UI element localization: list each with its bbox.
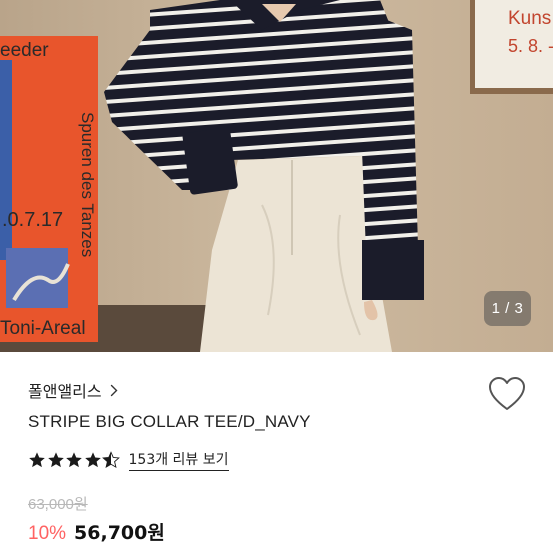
poster-text: Spuren des Tanzes <box>78 112 97 257</box>
star-icon <box>29 452 45 468</box>
discount-rate: 10% <box>28 523 67 544</box>
star-icon <box>66 452 82 468</box>
chevron-right-icon <box>110 384 118 396</box>
left-poster: eeder Spuren des Tanzes .0.7.17 Toni-Are… <box>0 36 98 342</box>
heart-outline-icon[interactable] <box>488 376 526 412</box>
poster-text: Toni-Areal <box>0 318 86 339</box>
image-page-indicator: 1 / 3 <box>484 291 531 326</box>
star-icon <box>84 452 101 468</box>
star-half-icon <box>102 451 120 469</box>
price-row: 10% 56,700원 <box>28 518 165 545</box>
product-image[interactable]: eeder Spuren des Tanzes .0.7.17 Toni-Are… <box>0 0 553 352</box>
poster-text: .0.7.17 <box>2 209 63 231</box>
poster-text: 5. 8. - <box>508 36 553 56</box>
right-poster: Kuns 5. 8. - <box>470 0 553 94</box>
brand-link[interactable]: 폴앤앨리스 <box>28 378 118 402</box>
brand-name: 폴앤앨리스 <box>28 382 102 401</box>
original-price: 63,000원 <box>28 496 88 513</box>
poster-text: eeder <box>0 40 49 61</box>
star-rating <box>28 451 121 469</box>
product-title: STRIPE BIG COLLAR TEE/D_NAVY <box>28 412 311 431</box>
rating-row: 153개 리뷰 보기 <box>28 448 229 472</box>
poster-text: Kuns <box>508 8 551 29</box>
sale-price: 56,700원 <box>74 522 165 544</box>
product-photo: eeder Spuren des Tanzes .0.7.17 Toni-Are… <box>0 0 553 352</box>
review-link[interactable]: 153개 리뷰 보기 <box>128 449 229 471</box>
star-icon <box>47 452 64 468</box>
